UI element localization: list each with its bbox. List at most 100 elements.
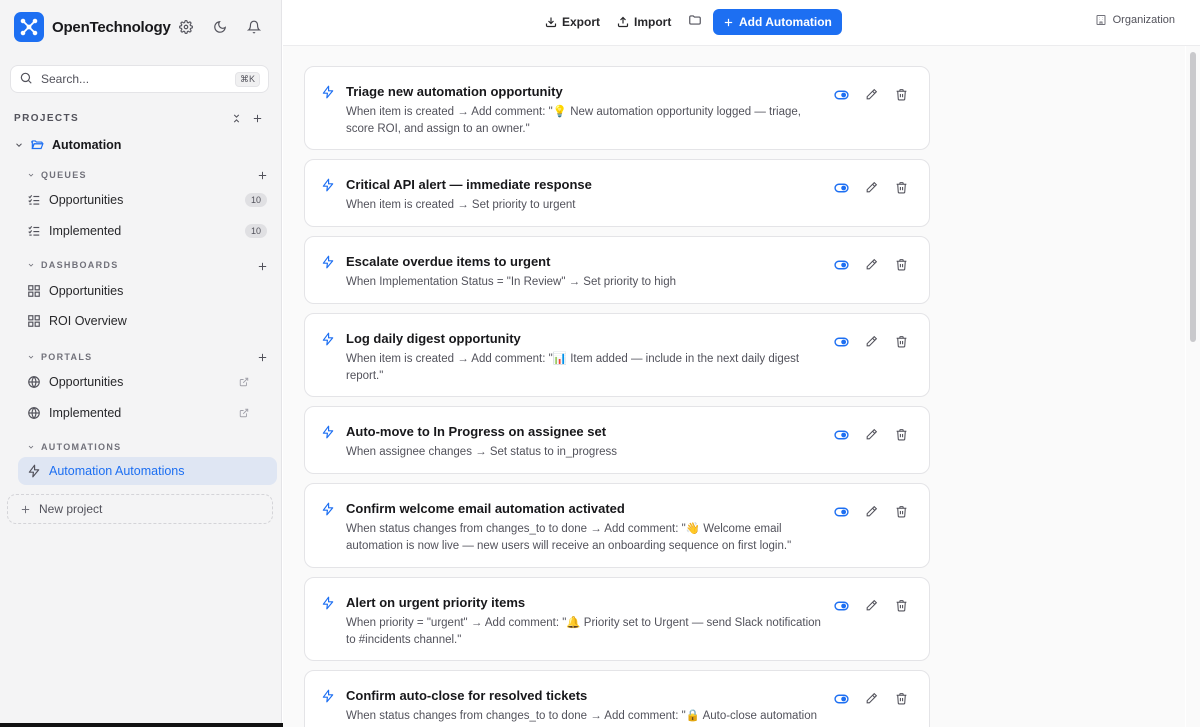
- scrollbar[interactable]: [1186, 46, 1200, 727]
- trash-icon[interactable]: [894, 504, 909, 519]
- sidebar: OpenTechnology Search... ⌘K PROJECTS Aut…: [0, 0, 282, 727]
- bell-icon[interactable]: [244, 17, 264, 37]
- toggle-on-icon[interactable]: [834, 334, 849, 349]
- nav-label: Automation Automations: [49, 464, 185, 478]
- automation-card[interactable]: Confirm welcome email automation activat…: [304, 483, 930, 568]
- automation-title: Auto-move to In Progress on assignee set: [346, 424, 607, 439]
- toggle-on-icon[interactable]: [834, 691, 849, 706]
- trash-icon[interactable]: [894, 598, 909, 613]
- toggle-on-icon[interactable]: [834, 257, 849, 272]
- toggle-on-icon[interactable]: [834, 87, 849, 102]
- nav-label: Implemented: [49, 406, 122, 420]
- toggle-on-icon[interactable]: [834, 427, 849, 442]
- trash-icon[interactable]: [894, 427, 909, 442]
- card-actions: [834, 691, 909, 706]
- portals-label-text: PORTALS: [41, 352, 93, 362]
- sidebar-item-dashboard-opportunities[interactable]: Opportunities: [18, 277, 277, 305]
- automation-card[interactable]: Escalate overdue items to urgent When Im…: [304, 236, 930, 304]
- pencil-icon[interactable]: [864, 691, 879, 706]
- queues-label[interactable]: QUEUES: [27, 170, 87, 180]
- sidebar-item-queue-opportunities[interactable]: Opportunities 10: [18, 186, 277, 214]
- add-queue-icon[interactable]: [255, 168, 269, 182]
- trash-icon[interactable]: [894, 691, 909, 706]
- chevron-down-icon: [27, 353, 35, 361]
- lightning-bolt-icon: [321, 255, 335, 269]
- organization-switcher[interactable]: Organization: [1095, 14, 1175, 26]
- dashboard-grid-icon: [27, 314, 41, 328]
- add-portal-icon[interactable]: [255, 350, 269, 364]
- automation-title: Escalate overdue items to urgent: [346, 254, 551, 269]
- nav-label: Opportunities: [49, 284, 124, 298]
- moon-icon[interactable]: [210, 17, 230, 37]
- brand-name: OpenTechnology: [52, 18, 171, 36]
- automation-card[interactable]: Critical API alert — immediate response …: [304, 159, 930, 227]
- trash-icon[interactable]: [894, 334, 909, 349]
- automation-description: When item is created → Add comment: "📊 I…: [346, 353, 800, 382]
- automations-label[interactable]: AUTOMATIONS: [27, 442, 121, 452]
- external-link-icon[interactable]: [239, 408, 249, 418]
- gear-icon[interactable]: [176, 17, 196, 37]
- automation-card[interactable]: Alert on urgent priority items When prio…: [304, 577, 930, 661]
- chevron-down-icon: [27, 171, 35, 179]
- sidebar-item-automation-automations[interactable]: Automation Automations: [18, 457, 277, 485]
- scrollbar-thumb[interactable]: [1190, 52, 1196, 342]
- list-check-icon: [27, 224, 41, 238]
- automation-title: Confirm auto-close for resolved tickets: [346, 688, 588, 703]
- pencil-icon[interactable]: [864, 427, 879, 442]
- dashboard-grid-icon: [27, 284, 41, 298]
- collapse-all-icon[interactable]: [229, 111, 243, 125]
- projects-label: PROJECTS: [14, 113, 80, 124]
- sidebar-item-portal-implemented[interactable]: Implemented: [18, 399, 277, 427]
- nav-label: Opportunities: [49, 375, 124, 389]
- automation-title: Critical API alert — immediate response: [346, 177, 592, 192]
- count-badge: 10: [244, 224, 267, 238]
- automation-title: Confirm welcome email automation activat…: [346, 501, 625, 516]
- import-button[interactable]: Import: [609, 9, 680, 35]
- pencil-icon[interactable]: [864, 87, 879, 102]
- toggle-on-icon[interactable]: [834, 598, 849, 613]
- brand[interactable]: OpenTechnology: [14, 12, 171, 42]
- add-automation-button[interactable]: Add Automation: [713, 9, 842, 35]
- automation-card[interactable]: Auto-move to In Progress on assignee set…: [304, 406, 930, 474]
- card-actions: [834, 504, 909, 519]
- download-icon: [545, 16, 557, 28]
- brand-tools: [176, 17, 264, 37]
- portals-label[interactable]: PORTALS: [27, 352, 92, 362]
- toggle-on-icon[interactable]: [834, 180, 849, 195]
- pencil-icon[interactable]: [864, 180, 879, 195]
- list-check-icon: [27, 193, 41, 207]
- toggle-on-icon[interactable]: [834, 504, 849, 519]
- dashboards-label[interactable]: DASHBOARDS: [27, 260, 119, 270]
- automation-description: When Implementation Status = "In Review"…: [346, 276, 676, 288]
- automation-card[interactable]: Log daily digest opportunity When item i…: [304, 313, 930, 397]
- new-project-button[interactable]: New project: [7, 494, 273, 524]
- automation-description: When item is created → Set priority to u…: [346, 199, 576, 211]
- automation-card[interactable]: Triage new automation opportunity When i…: [304, 66, 930, 150]
- folder-icon[interactable]: [688, 13, 702, 27]
- export-label: Export: [562, 15, 601, 29]
- automation-card[interactable]: Confirm auto-close for resolved tickets …: [304, 670, 930, 727]
- pencil-icon[interactable]: [864, 334, 879, 349]
- external-link-icon[interactable]: [239, 377, 249, 387]
- project-automation[interactable]: Automation: [14, 136, 121, 154]
- pencil-icon[interactable]: [864, 257, 879, 272]
- upload-icon: [617, 16, 629, 28]
- trash-icon[interactable]: [894, 257, 909, 272]
- add-project-icon[interactable]: [250, 111, 264, 125]
- search-input[interactable]: Search... ⌘K: [10, 65, 269, 93]
- import-label: Import: [634, 15, 672, 29]
- sidebar-item-portal-opportunities[interactable]: Opportunities: [18, 368, 277, 396]
- sidebar-item-queue-implemented[interactable]: Implemented 10: [18, 217, 277, 245]
- pencil-icon[interactable]: [864, 504, 879, 519]
- trash-icon[interactable]: [894, 87, 909, 102]
- pencil-icon[interactable]: [864, 598, 879, 613]
- nav-label: ROI Overview: [49, 314, 127, 328]
- sidebar-item-dashboard-roi-overview[interactable]: ROI Overview: [18, 307, 277, 335]
- lightning-bolt-icon: [321, 689, 335, 703]
- lightning-bolt-icon: [321, 332, 335, 346]
- toolbar: Export Import Add Automation Organizatio…: [283, 0, 1200, 46]
- add-dashboard-icon[interactable]: [255, 259, 269, 273]
- export-button[interactable]: Export: [537, 9, 609, 35]
- trash-icon[interactable]: [894, 180, 909, 195]
- search-placeholder: Search...: [41, 72, 90, 86]
